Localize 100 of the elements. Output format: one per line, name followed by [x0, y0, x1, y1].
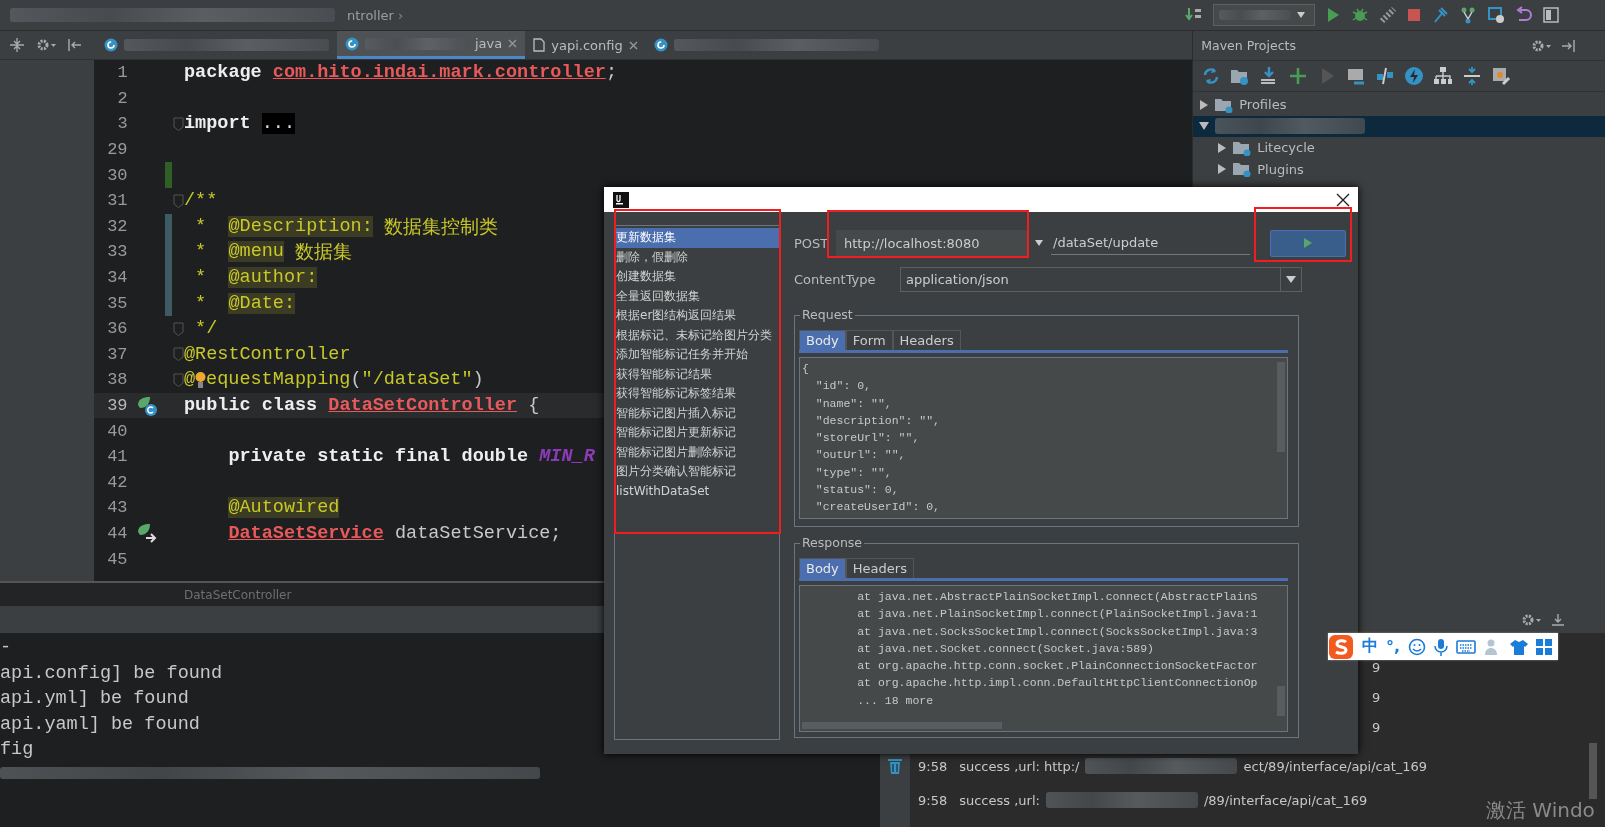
close-icon[interactable] [1336, 192, 1350, 207]
log-text: 9 [1372, 690, 1381, 705]
shirt-icon[interactable] [1510, 638, 1529, 655]
hide-icon[interactable] [1561, 38, 1575, 53]
stop-icon[interactable] [1407, 8, 1421, 22]
line-number: 41 [106, 447, 128, 467]
collapse-icon[interactable] [1462, 66, 1483, 86]
hide-icon[interactable] [1551, 612, 1565, 627]
endpoint-item[interactable]: 根据标记、未标记给图片分类 [615, 325, 779, 345]
smiley-icon[interactable] [1408, 637, 1427, 656]
endpoint-item[interactable]: 创建数据集 [615, 267, 779, 287]
layout-icon[interactable] [1543, 7, 1559, 23]
line-number: 36 [106, 319, 128, 339]
branch-icon[interactable] [1459, 6, 1477, 24]
endpoint-item[interactable]: 智能标记图片插入标记 [615, 403, 779, 423]
lightbulb-icon[interactable] [195, 370, 207, 389]
group-title: Request [800, 307, 855, 322]
undo-icon[interactable] [1515, 6, 1533, 24]
folder-icon [1215, 96, 1234, 113]
line-number: 30 [106, 165, 128, 185]
tree-item[interactable]: Profiles [1193, 94, 1605, 116]
console-line: api.config] be found [0, 661, 223, 686]
collapsed-arrow-icon[interactable] [1199, 99, 1210, 110]
log-text: success ,url: [959, 792, 1040, 808]
tab[interactable]: Form [845, 330, 893, 350]
panel-title: Maven Projects [1201, 38, 1296, 53]
line-number: 34 [106, 268, 128, 288]
caret-icon[interactable] [1035, 240, 1043, 246]
path-field[interactable]: /dataSet/update [1051, 231, 1250, 255]
tab[interactable]: Headers [845, 558, 914, 578]
folder-icon [1233, 139, 1252, 156]
endpoint-item[interactable]: 获得智能标记标签结果 [615, 384, 779, 404]
blurred-area [1219, 10, 1291, 20]
endpoint-item[interactable]: 删除，假删除 [615, 247, 779, 267]
lightning-icon[interactable] [1404, 66, 1425, 86]
endpoint-item[interactable]: 根据er图结构返回结果 [615, 306, 779, 326]
tab[interactable]: Headers [892, 330, 961, 350]
ime-logo-icon[interactable] [1328, 633, 1354, 660]
activation-notice: 激活 Windo [1486, 797, 1595, 824]
grid-icon[interactable] [1536, 638, 1553, 655]
content-type-dropdown[interactable]: application/json [900, 266, 1302, 292]
body-line: at org.apache.http.impl.conn.DefaultHttpClientConnectionOp [856, 675, 1259, 692]
endpoint-item[interactable]: 智能标记图片删除标记 [615, 442, 779, 462]
group-title: Response [800, 535, 865, 550]
expanded-arrow-icon[interactable] [1199, 121, 1210, 132]
text-area[interactable] [799, 585, 1288, 732]
endpoint-item[interactable]: listWithDataSet [615, 481, 779, 501]
caret-icon [1297, 12, 1305, 18]
app-icon [613, 191, 629, 208]
class-leaf-icon[interactable] [136, 394, 159, 417]
tab[interactable]: Body [799, 330, 846, 350]
change-marker[interactable] [165, 213, 173, 240]
bug-icon[interactable] [1351, 6, 1369, 24]
change-marker[interactable] [165, 162, 173, 188]
play-icon [1304, 238, 1312, 248]
log-text: success ,url: http:/ [959, 758, 1080, 774]
log-text: /89/interface/api/cat_169 [1203, 792, 1368, 808]
hide-icon[interactable] [68, 38, 82, 52]
microphone-icon[interactable] [1434, 637, 1449, 656]
text-area[interactable]: { "id": 0, "name": "", "description": "", "storeUrl": "", "outUrl": "", "type": "", "status": 0, "createUserId": 0, [799, 357, 1288, 519]
collapsed-arrow-icon[interactable] [1217, 164, 1228, 175]
bean-icon[interactable] [136, 522, 159, 545]
line-number: 45 [106, 549, 128, 569]
trash-icon[interactable] [887, 757, 903, 775]
collapse-icon[interactable] [10, 38, 24, 52]
code-line: DataSetService dataSetService; [228, 523, 562, 544]
collapsed-arrow-icon[interactable] [1217, 142, 1228, 153]
endpoint-item[interactable]: 添加智能标记任务并开始 [615, 345, 779, 365]
code-line: private static final double MIN_R [228, 446, 595, 468]
code-line: * @Date: [194, 292, 296, 314]
log-text: 9 [1372, 660, 1381, 675]
plus-icon[interactable] [1288, 66, 1309, 86]
breadcrumb[interactable]: ntroller [347, 7, 394, 23]
code-line: * @author: [194, 267, 318, 289]
log-text: ect/89/interface/api/cat_169 [1243, 758, 1428, 774]
tab[interactable]: Body [799, 558, 846, 578]
change-marker[interactable] [165, 290, 173, 316]
endpoint-item[interactable]: 图片分类确认智能标记 [615, 462, 779, 482]
tree-item[interactable]: Plugins [1193, 158, 1605, 180]
code-line: * @Description: 数据集控制类 [194, 214, 498, 239]
log-time: 9:58 [918, 792, 948, 808]
endpoint-item[interactable]: 更新数据集 [615, 228, 779, 248]
code-line: @RestController [184, 343, 351, 365]
editor-tab[interactable]: java [337, 31, 526, 59]
line-number: 40 [106, 421, 128, 441]
ime-key[interactable]: 中 [1362, 636, 1378, 657]
host-dropdown[interactable]: http://localhost:8080 [836, 230, 1029, 256]
keyboard-icon[interactable] [1456, 639, 1477, 654]
code-line: * @menu 数据集 [194, 240, 353, 265]
log-time: 9:58 [918, 758, 948, 774]
tree-item[interactable]: Litecycle [1193, 137, 1605, 159]
endpoint-item[interactable]: 全量返回数据集 [615, 286, 779, 306]
run-icon[interactable] [1325, 7, 1341, 23]
scrollbar[interactable] [1589, 743, 1597, 799]
editor-tab[interactable]: yapi.config [525, 31, 646, 59]
endpoint-item[interactable]: 智能标记图片更新标记 [615, 423, 779, 443]
send-button[interactable] [1270, 229, 1346, 257]
endpoint-item[interactable]: 获得智能标记结果 [615, 364, 779, 384]
hierarchy-icon[interactable] [1433, 66, 1454, 86]
ime-key[interactable]: °, [1386, 637, 1401, 656]
